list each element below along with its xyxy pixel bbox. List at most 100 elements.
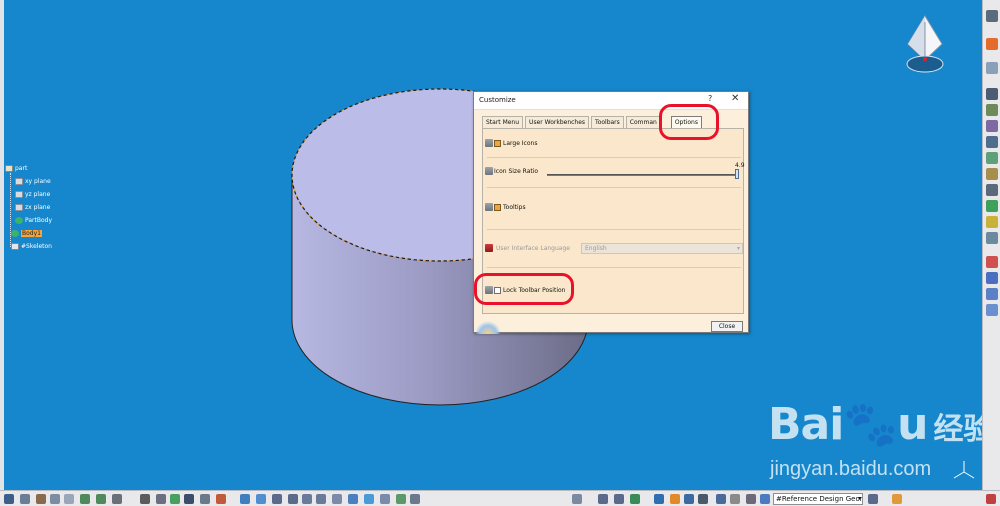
paste-icon[interactable]: [64, 494, 74, 504]
hide-show-icon[interactable]: [396, 494, 406, 504]
tool-icon[interactable]: [986, 216, 998, 228]
settings-icon[interactable]: [986, 10, 998, 22]
tool-icon[interactable]: [730, 494, 740, 504]
tab-commands[interactable]: Comman: [625, 116, 661, 128]
copy-icon[interactable]: [50, 494, 60, 504]
plane-icon: [15, 204, 23, 211]
tool-icon[interactable]: [572, 494, 582, 504]
pan-icon[interactable]: [272, 494, 282, 504]
highlight-options-tab: [659, 104, 719, 140]
slider-handle[interactable]: [735, 169, 739, 179]
tree-item-label: xy plane: [25, 178, 51, 185]
ui-language-value: English: [585, 245, 607, 252]
compass-icon[interactable]: [902, 14, 948, 76]
print-icon[interactable]: [20, 494, 30, 504]
ui-language-select: English ▾: [581, 243, 743, 254]
tree-item-skeleton[interactable]: #Skeleton: [11, 243, 52, 250]
tool-icon[interactable]: [986, 184, 998, 196]
tab-start-menu[interactable]: Start Menu: [482, 116, 524, 128]
tool-icon[interactable]: [986, 152, 998, 164]
tool-icon[interactable]: [986, 200, 998, 212]
save-icon[interactable]: [4, 494, 14, 504]
undo-icon[interactable]: [80, 494, 90, 504]
tool-icon[interactable]: [986, 168, 998, 180]
tree-item-partbody[interactable]: PartBody: [15, 217, 52, 224]
tool-icon[interactable]: [760, 494, 770, 504]
tool-icon[interactable]: [986, 288, 998, 300]
tab-toolbars[interactable]: Toolbars: [591, 116, 624, 128]
tree-item-xy-plane[interactable]: xy plane: [15, 178, 51, 185]
tool-icon[interactable]: [892, 494, 902, 504]
tool-icon[interactable]: [868, 494, 878, 504]
swap-icon[interactable]: [410, 494, 420, 504]
divider: [487, 187, 741, 188]
tool-icon[interactable]: [986, 104, 998, 116]
tree-item-label: yz plane: [25, 191, 51, 198]
tool-icon[interactable]: [216, 494, 226, 504]
tool-icon[interactable]: [716, 494, 726, 504]
fit-all-icon[interactable]: [256, 494, 266, 504]
tool-icon[interactable]: [654, 494, 664, 504]
catia-logo-icon: [476, 320, 500, 334]
tool-icon[interactable]: [684, 494, 694, 504]
bottom-toolbar: #Reference Design Geome ▾: [0, 490, 1000, 506]
help-icon[interactable]: [112, 494, 122, 504]
dialog-title: Customize: [479, 96, 516, 104]
tool-icon[interactable]: [986, 256, 998, 268]
tool-icon[interactable]: [170, 494, 180, 504]
tree-item-label: zx plane: [25, 204, 51, 211]
icon-size-ratio-value: 4.9: [735, 162, 745, 169]
chevron-down-icon: ▾: [857, 495, 861, 502]
tooltips-checkbox[interactable]: [494, 203, 501, 211]
redo-icon[interactable]: [96, 494, 106, 504]
tree-item-zx-plane[interactable]: zx plane: [15, 204, 50, 211]
tool-icon[interactable]: [200, 494, 210, 504]
large-icons-checkbox[interactable]: [494, 139, 501, 147]
sketch-icon[interactable]: [986, 62, 998, 74]
normal-view-icon[interactable]: [332, 494, 342, 504]
tool-icon[interactable]: [698, 494, 708, 504]
tool-icon[interactable]: [670, 494, 680, 504]
lock-icon[interactable]: [485, 139, 493, 147]
tree-item-body1[interactable]: Body1: [11, 230, 42, 237]
help-button[interactable]: ?: [708, 94, 712, 103]
view-icon[interactable]: [348, 494, 358, 504]
close-button[interactable]: Close: [711, 321, 743, 332]
reference-design-select[interactable]: #Reference Design Geome ▾: [773, 493, 863, 505]
lock-icon[interactable]: [485, 167, 493, 175]
part-icon: [5, 165, 13, 172]
tool-icon[interactable]: [746, 494, 756, 504]
tool-icon[interactable]: [986, 88, 998, 100]
tool-icon[interactable]: [986, 120, 998, 132]
tool-icon[interactable]: [986, 494, 996, 504]
tool-icon[interactable]: [184, 494, 194, 504]
tooltips-label: Tooltips: [503, 203, 526, 211]
tool-icon[interactable]: [598, 494, 608, 504]
baidu-watermark: Bai🐾u 经验 jingyan.baidu.com: [768, 398, 993, 480]
tool-icon[interactable]: [986, 136, 998, 148]
comment-icon[interactable]: [156, 494, 166, 504]
rotate-icon[interactable]: [288, 494, 298, 504]
tool-icon[interactable]: [986, 304, 998, 316]
tree-item-yz-plane[interactable]: yz plane: [15, 191, 50, 198]
select-icon[interactable]: [986, 38, 998, 50]
tree-item-label: #Skeleton: [21, 243, 52, 250]
reference-design-value: #Reference Design Geome: [776, 495, 863, 503]
icon-size-ratio-slider[interactable]: [547, 174, 737, 176]
fly-icon[interactable]: [240, 494, 250, 504]
formula-icon[interactable]: [140, 494, 150, 504]
close-icon[interactable]: ✕: [731, 93, 739, 104]
tool-icon[interactable]: [630, 494, 640, 504]
cube-icon[interactable]: [364, 494, 374, 504]
tool-icon[interactable]: [614, 494, 624, 504]
zoom-out-icon[interactable]: [316, 494, 326, 504]
tab-user-workbenches[interactable]: User Workbenches: [525, 116, 590, 128]
lock-icon[interactable]: [485, 203, 493, 211]
paw-icon: 🐾: [843, 399, 898, 450]
tool-icon[interactable]: [986, 232, 998, 244]
zoom-in-icon[interactable]: [302, 494, 312, 504]
tree-root[interactable]: part: [5, 165, 27, 172]
tool-icon[interactable]: [986, 272, 998, 284]
render-icon[interactable]: [380, 494, 390, 504]
cut-icon[interactable]: [36, 494, 46, 504]
